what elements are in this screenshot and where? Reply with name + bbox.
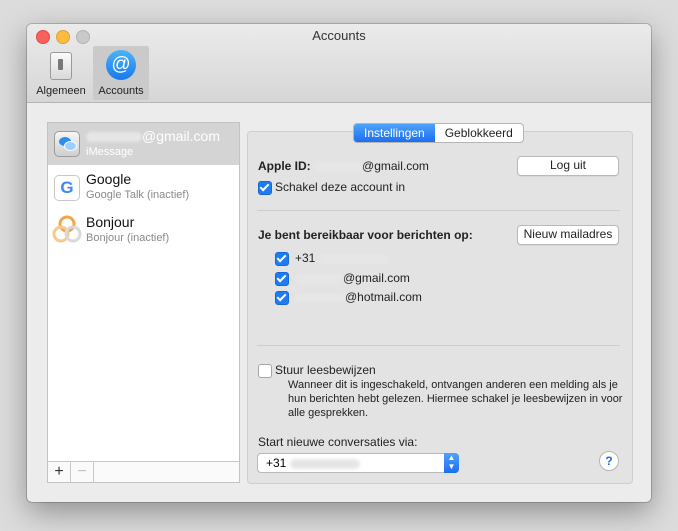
redacted-text [314, 161, 363, 172]
account-row-google[interactable]: G Google Google Talk (inactief) [48, 166, 239, 208]
account-name: Bonjour [86, 214, 135, 230]
address-suffix: @gmail.com [343, 271, 410, 285]
read-receipts-checkbox[interactable] [258, 364, 272, 378]
help-button[interactable]: ? [599, 451, 619, 471]
tab-control: Instellingen Geblokkeerd [353, 123, 524, 143]
reachable-label: Je bent bereikbaar voor berichten op: [258, 228, 473, 242]
address-checkbox[interactable] [275, 272, 289, 286]
toolbar-accounts[interactable]: @ Accounts [93, 46, 149, 100]
address-checkbox[interactable] [275, 291, 289, 305]
popup-value: +31 [266, 456, 360, 470]
account-name: @gmail.com [86, 128, 220, 144]
divider [257, 210, 620, 211]
enable-account-checkbox[interactable] [258, 181, 272, 195]
at-sign-icon: @ [106, 50, 136, 80]
accounts-window: Accounts Algemeen @ Accounts @gmail.com … [27, 24, 651, 502]
account-service: Bonjour (inactief) [86, 232, 170, 244]
enable-account-label: Schakel deze account in [275, 180, 406, 194]
account-row-bonjour[interactable]: Bonjour Bonjour (inactief) [48, 209, 239, 251]
redacted-text [295, 292, 345, 303]
new-email-button[interactable]: Nieuw mailadres [517, 225, 619, 245]
address-checkbox[interactable] [275, 252, 289, 266]
remove-account-button[interactable]: − [71, 462, 94, 482]
redacted-text [86, 132, 142, 143]
redacted-text [295, 273, 343, 284]
start-conversations-label: Start nieuwe conversaties via: [258, 435, 418, 449]
add-account-button[interactable]: + [48, 462, 71, 482]
apple-id-value: @gmail.com [362, 159, 429, 173]
titlebar: Accounts Algemeen @ Accounts [27, 24, 651, 103]
address-prefix: +31 [295, 251, 316, 265]
tab-blocked[interactable]: Geblokkeerd [435, 124, 523, 142]
read-receipts-label: Stuur leesbewijzen [275, 363, 376, 377]
bonjour-icon [52, 215, 82, 243]
read-receipts-description: Wanneer dit is ingeschakeld, ontvangen a… [288, 379, 623, 419]
address-label: @gmail.com [295, 271, 410, 285]
log-out-button[interactable]: Log uit [517, 156, 619, 176]
accounts-list: @gmail.com iMessage G Google Google Talk… [47, 122, 240, 483]
window-title: Accounts [312, 28, 366, 43]
redacted-text [289, 458, 360, 469]
toolbar-accounts-label: Accounts [98, 85, 144, 97]
toolbar-general-label: Algemeen [36, 85, 86, 97]
address-label: +31 [295, 251, 389, 265]
popup-value-prefix: +31 [266, 456, 287, 470]
toolbar-general[interactable]: Algemeen [33, 46, 89, 100]
redacted-text [318, 253, 389, 264]
tab-settings[interactable]: Instellingen [354, 124, 435, 142]
chevron-updown-icon: ▲ ▼ [444, 453, 459, 473]
account-name: Google [86, 171, 132, 187]
list-footer: + − [48, 461, 239, 482]
account-row-imessage[interactable]: @gmail.com iMessage [48, 123, 239, 165]
google-icon: G [54, 175, 80, 201]
apple-id-row: Apple ID: @gmail.com [258, 159, 429, 173]
account-name-suffix: @gmail.com [142, 128, 221, 144]
apple-id-label: Apple ID: [258, 159, 311, 173]
start-conversations-popup[interactable]: +31 ▲ ▼ [257, 453, 459, 473]
imessage-icon [54, 131, 80, 157]
account-service: Google Talk (inactief) [86, 189, 190, 201]
switch-icon [50, 52, 72, 80]
address-suffix: @hotmail.com [345, 290, 422, 304]
address-label: @hotmail.com [295, 290, 422, 304]
account-service: iMessage [86, 146, 134, 158]
divider [257, 345, 620, 346]
